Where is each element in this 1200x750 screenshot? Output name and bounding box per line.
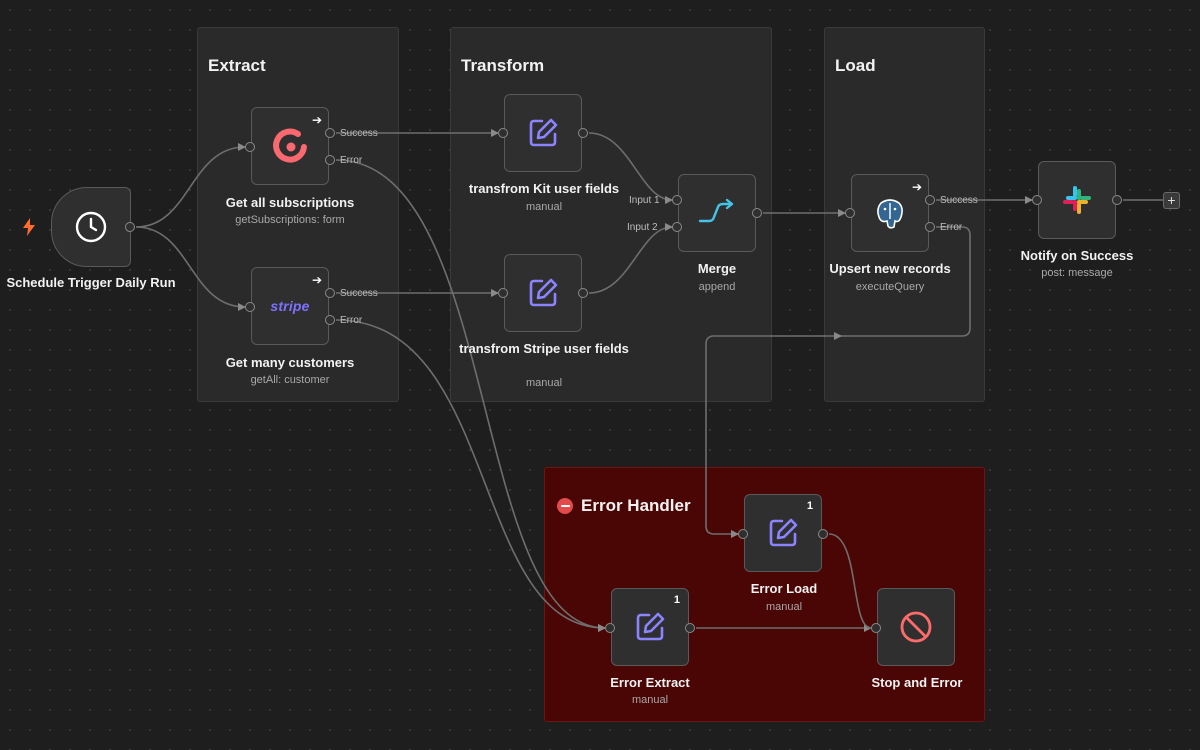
stripe-transform-output-port[interactable] <box>578 288 588 298</box>
merge-output-port[interactable] <box>752 208 762 218</box>
trigger-bolt-icon <box>23 218 35 236</box>
arrow-right-icon: ➔ <box>311 113 322 127</box>
stop-error-input-port[interactable] <box>871 623 881 633</box>
error-load-node[interactable]: 1 <box>744 494 822 572</box>
clock-icon <box>75 211 107 243</box>
upsert-subtitle: executeQuery <box>855 281 925 293</box>
notify-subtitle: post: message <box>1041 267 1113 279</box>
merge-icon <box>698 198 734 223</box>
customers-input-port[interactable] <box>245 302 255 312</box>
customers-success-port[interactable] <box>325 288 335 298</box>
kit-transform-title: transfrom Kit user fields <box>468 181 620 196</box>
subscriptions-success-label: Success <box>340 128 378 139</box>
schedule-output-port[interactable] <box>125 222 135 232</box>
customers-subtitle: getAll: customer <box>250 374 330 386</box>
error-extract-input-port[interactable] <box>605 623 615 633</box>
merge-input1-port[interactable] <box>672 195 682 205</box>
arrow-right-icon: ➔ <box>911 180 922 194</box>
notify-title: Notify on Success <box>1020 248 1134 263</box>
kit-transform-subtitle: manual <box>525 201 563 213</box>
error-load-input-port[interactable] <box>738 529 748 539</box>
merge-title: Merge <box>697 261 737 276</box>
notify-node[interactable] <box>1038 161 1116 239</box>
upsert-title: Upsert new records <box>829 261 951 276</box>
kit-transform-input-port[interactable] <box>498 128 508 138</box>
upsert-node[interactable]: ➔ <box>851 174 929 252</box>
edge-trigger-customers <box>135 226 246 311</box>
edit-icon <box>769 518 798 547</box>
subscriptions-subtitle: getSubscriptions: form <box>235 214 345 226</box>
add-node-button[interactable]: + <box>1163 192 1180 209</box>
merge-subtitle: append <box>698 281 736 293</box>
merge-node[interactable] <box>678 174 756 252</box>
stop-error-node[interactable] <box>877 588 955 666</box>
edge-subscriptions-error <box>335 159 606 632</box>
stripe-transform-title: transfrom Stripe user fields <box>459 341 629 356</box>
upsert-input-port[interactable] <box>845 208 855 218</box>
upsert-success-label: Success <box>940 195 978 206</box>
arrow-right-icon: ➔ <box>311 273 322 287</box>
subscriptions-success-port[interactable] <box>325 128 335 138</box>
notify-input-port[interactable] <box>1032 195 1042 205</box>
merge-input2-label: Input 2 <box>627 222 658 233</box>
execution-count-badge: 1 <box>806 500 813 512</box>
stripe-transform-node[interactable] <box>504 254 582 332</box>
schedule-title: Schedule Trigger Daily Run <box>6 275 176 290</box>
customers-title: Get many customers <box>225 355 355 370</box>
schedule-trigger-node[interactable] <box>51 187 131 267</box>
error-extract-node[interactable]: 1 <box>611 588 689 666</box>
edge-customers-error <box>335 319 606 632</box>
edit-icon <box>636 612 665 641</box>
kit-transform-node[interactable] <box>504 94 582 172</box>
error-extract-title: Error Extract <box>610 675 690 690</box>
customers-success-label: Success <box>340 288 378 299</box>
merge-input2-port[interactable] <box>672 222 682 232</box>
error-load-output-port[interactable] <box>818 529 828 539</box>
customers-error-port[interactable] <box>325 315 335 325</box>
edit-icon <box>529 118 558 147</box>
connections-layer <box>135 129 1163 632</box>
merge-input1-label: Input 1 <box>629 195 660 206</box>
stripe-transform-subtitle: manual <box>525 377 563 389</box>
error-extract-subtitle: manual <box>631 694 669 706</box>
notify-output-port[interactable] <box>1112 195 1122 205</box>
customers-error-label: Error <box>340 315 363 326</box>
error-load-title: Error Load <box>750 581 818 596</box>
subscriptions-input-port[interactable] <box>245 142 255 152</box>
subscriptions-error-port[interactable] <box>325 155 335 165</box>
kit-logo-icon <box>273 128 307 163</box>
stripe-transform-input-port[interactable] <box>498 288 508 298</box>
error-extract-output-port[interactable] <box>685 623 695 633</box>
edit-icon <box>529 278 558 307</box>
postgres-icon <box>877 199 903 229</box>
get-subscriptions-node[interactable]: ➔ <box>251 107 329 185</box>
stop-error-title: Stop and Error <box>871 675 963 690</box>
subscriptions-error-label: Error <box>340 155 363 166</box>
upsert-success-port[interactable] <box>925 195 935 205</box>
stop-icon <box>900 611 932 643</box>
kit-transform-output-port[interactable] <box>578 128 588 138</box>
slack-icon <box>1063 186 1091 214</box>
subscriptions-title: Get all subscriptions <box>225 195 355 210</box>
error-load-subtitle: manual <box>765 601 803 613</box>
upsert-error-label: Error <box>940 222 963 233</box>
execution-count-badge: 1 <box>673 594 680 606</box>
stripe-logo: stripe <box>270 298 310 314</box>
upsert-error-port[interactable] <box>925 222 935 232</box>
get-customers-node[interactable]: ➔ stripe <box>251 267 329 345</box>
